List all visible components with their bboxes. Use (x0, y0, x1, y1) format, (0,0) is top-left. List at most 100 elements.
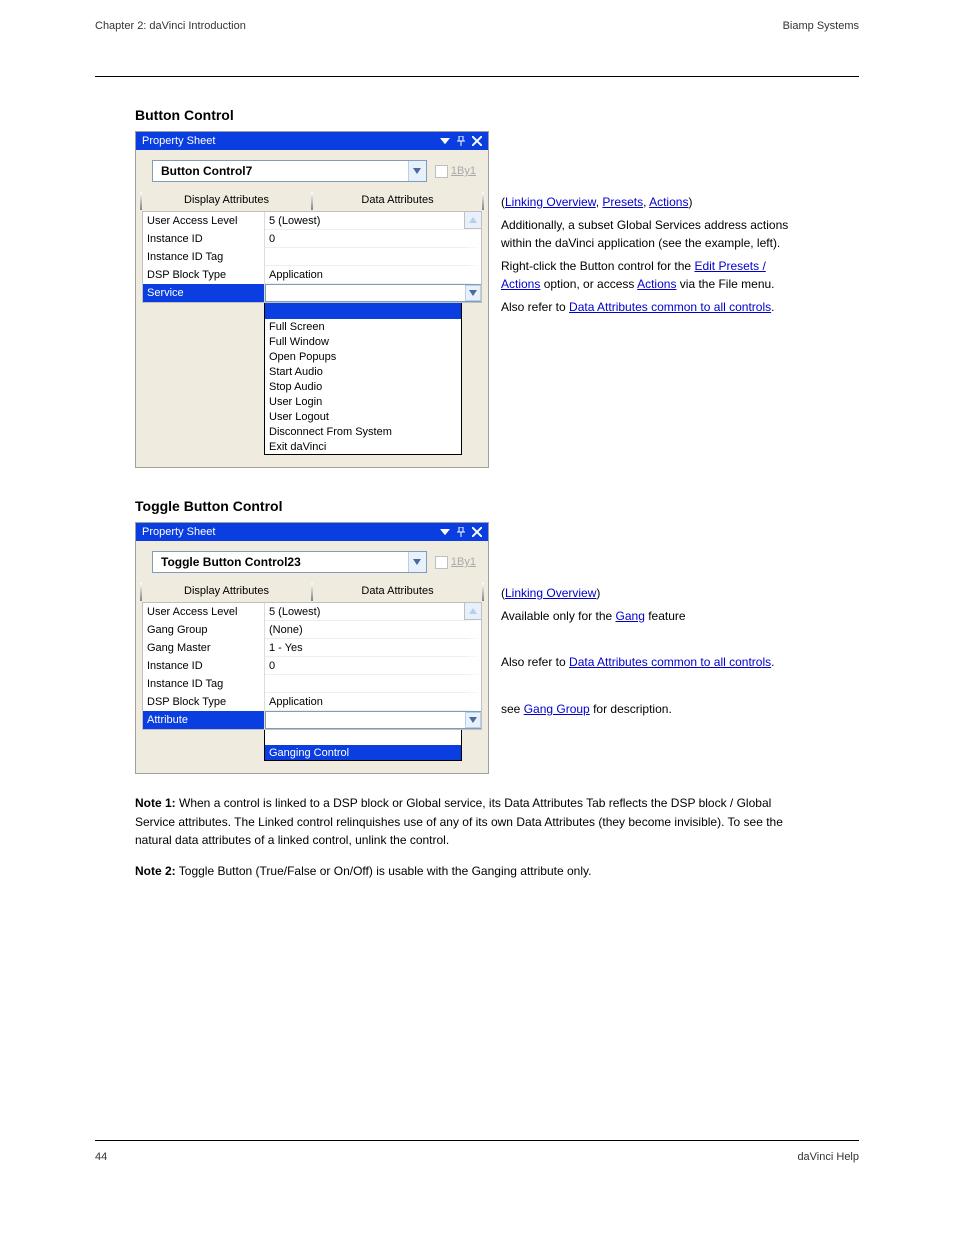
tab-data-attributes[interactable]: Data Attributes (313, 581, 482, 601)
dropdown-item[interactable]: Start Audio (265, 364, 461, 379)
link-actions-menu[interactable]: Actions (637, 277, 676, 291)
property-sheet-panel: Property Sheet Toggle Button Control23 1… (135, 522, 489, 774)
prop-row-instance-id[interactable]: Instance ID 0 (143, 230, 481, 248)
property-sheet-title: Property Sheet (142, 135, 215, 147)
link-linking-overview[interactable]: Linking Overview (505, 195, 596, 209)
prop-label: Instance ID (143, 230, 265, 248)
desc-text: see (501, 702, 524, 716)
pin-icon[interactable] (456, 136, 466, 146)
prop-row-attribute[interactable]: Attribute (143, 711, 481, 729)
dropdown-item[interactable]: User Login (265, 394, 461, 409)
prop-row-gang-group[interactable]: Gang Group (None) (143, 621, 481, 639)
dropdown-icon[interactable] (440, 136, 450, 146)
tab-display-attributes[interactable]: Display Attributes (142, 581, 311, 601)
desc-text: for description. (590, 702, 672, 716)
prop-value[interactable]: Application (265, 266, 481, 284)
desc-text: Also refer to (501, 655, 569, 669)
description-column: (Linking Overview, Presets, Actions) Add… (501, 131, 801, 321)
desc-text: via the File menu. (676, 277, 774, 291)
property-sheet-title: Property Sheet (142, 526, 215, 538)
dropdown-item[interactable]: Stop Audio (265, 379, 461, 394)
prop-row-user-access[interactable]: User Access Level 5 (Lowest) (143, 603, 481, 621)
prop-label: User Access Level (143, 212, 265, 230)
checkbox-icon[interactable] (435, 556, 448, 569)
prop-value[interactable] (265, 248, 481, 266)
desc-text: option, or access (540, 277, 637, 291)
service-dropdown-list[interactable]: Full Screen Full Window Open Popups Star… (264, 302, 462, 455)
prop-row-dsp-block-type[interactable]: DSP Block Type Application (143, 693, 481, 711)
close-icon[interactable] (472, 136, 482, 146)
prop-value[interactable] (265, 675, 481, 693)
control-selector-combo[interactable]: Toggle Button Control23 (152, 551, 427, 573)
chevron-down-icon[interactable] (465, 285, 481, 301)
link-data-attributes-common[interactable]: Data Attributes common to all controls (569, 300, 771, 314)
note1-label: Note 1: (135, 796, 176, 810)
prop-row-instance-id[interactable]: Instance ID 0 (143, 657, 481, 675)
control-selector-value: Toggle Button Control23 (161, 555, 301, 569)
desc-text: Also refer to (501, 300, 569, 314)
tab-divider (482, 192, 484, 210)
desc-text: . (771, 300, 774, 314)
header-right: Biamp Systems (783, 20, 859, 32)
prop-value[interactable]: 5 (Lowest) (265, 603, 481, 621)
chevron-down-icon[interactable] (408, 552, 426, 572)
link-linking-overview[interactable]: Linking Overview (505, 586, 596, 600)
header-left: Chapter 2: daVinci Introduction (95, 20, 246, 32)
control-selector-combo[interactable]: Button Control7 (152, 160, 427, 182)
header-rule (95, 76, 859, 77)
oneby1-label: 1By1 (451, 165, 476, 177)
prop-value[interactable]: (None) (265, 621, 481, 639)
prop-row-service[interactable]: Service (143, 284, 481, 302)
prop-row-instance-id-tag[interactable]: Instance ID Tag (143, 248, 481, 266)
link-actions[interactable]: Actions (649, 195, 688, 209)
dropdown-icon[interactable] (440, 527, 450, 537)
prop-row-gang-master[interactable]: Gang Master 1 - Yes (143, 639, 481, 657)
prop-value[interactable] (265, 284, 481, 302)
prop-value[interactable]: Application (265, 693, 481, 711)
footer-left: 44 (95, 1151, 107, 1163)
tab-display-attributes[interactable]: Display Attributes (142, 190, 311, 210)
prop-label: Service (143, 284, 265, 302)
link-presets[interactable]: Presets (602, 195, 643, 209)
dropdown-item[interactable]: Full Window (265, 334, 461, 349)
chevron-down-icon[interactable] (408, 161, 426, 181)
oneby1-label: 1By1 (451, 556, 476, 568)
dropdown-item[interactable]: Ganging Control (265, 745, 461, 760)
dropdown-item[interactable]: Disconnect From System (265, 424, 461, 439)
property-grid: User Access Level 5 (Lowest) Gang Group … (142, 602, 482, 730)
dropdown-item-blank[interactable] (265, 303, 461, 319)
prop-value[interactable] (265, 711, 481, 729)
prop-row-dsp-block-type[interactable]: DSP Block Type Application (143, 266, 481, 284)
prop-value[interactable]: 0 (265, 230, 481, 248)
prop-label: Gang Group (143, 621, 265, 639)
tab-data-attributes[interactable]: Data Attributes (313, 190, 482, 210)
dropdown-item[interactable]: Full Screen (265, 319, 461, 334)
prop-label: DSP Block Type (143, 693, 265, 711)
close-icon[interactable] (472, 527, 482, 537)
link-gang[interactable]: Gang (616, 609, 645, 623)
link-data-attributes-common[interactable]: Data Attributes common to all controls (569, 655, 771, 669)
pin-icon[interactable] (456, 527, 466, 537)
notes-block: Note 1: When a control is linked to a DS… (135, 794, 785, 880)
prop-label: Instance ID Tag (143, 248, 265, 266)
link-gang-group[interactable]: Gang Group (524, 702, 590, 716)
dropdown-item[interactable]: Open Popups (265, 349, 461, 364)
prop-row-user-access[interactable]: User Access Level 5 (Lowest) (143, 212, 481, 230)
prop-row-instance-id-tag[interactable]: Instance ID Tag (143, 675, 481, 693)
desc-text: ) (688, 195, 692, 209)
dropdown-item[interactable]: User Logout (265, 409, 461, 424)
note1-text: When a control is linked to a DSP block … (135, 796, 783, 847)
dropdown-item-blank[interactable] (265, 730, 461, 745)
prop-label: User Access Level (143, 603, 265, 621)
oneby1-check[interactable]: 1By1 (435, 165, 476, 178)
checkbox-icon[interactable] (435, 165, 448, 178)
property-sheet-titlebar: Property Sheet (136, 523, 488, 541)
dropdown-item[interactable]: Exit daVinci (265, 439, 461, 454)
chevron-down-icon[interactable] (465, 712, 481, 728)
section-title-toggle-button-control: Toggle Button Control (135, 498, 859, 514)
prop-value[interactable]: 1 - Yes (265, 639, 481, 657)
attribute-dropdown-list[interactable]: Ganging Control (264, 729, 462, 761)
prop-value[interactable]: 0 (265, 657, 481, 675)
prop-value[interactable]: 5 (Lowest) (265, 212, 481, 230)
oneby1-check[interactable]: 1By1 (435, 556, 476, 569)
